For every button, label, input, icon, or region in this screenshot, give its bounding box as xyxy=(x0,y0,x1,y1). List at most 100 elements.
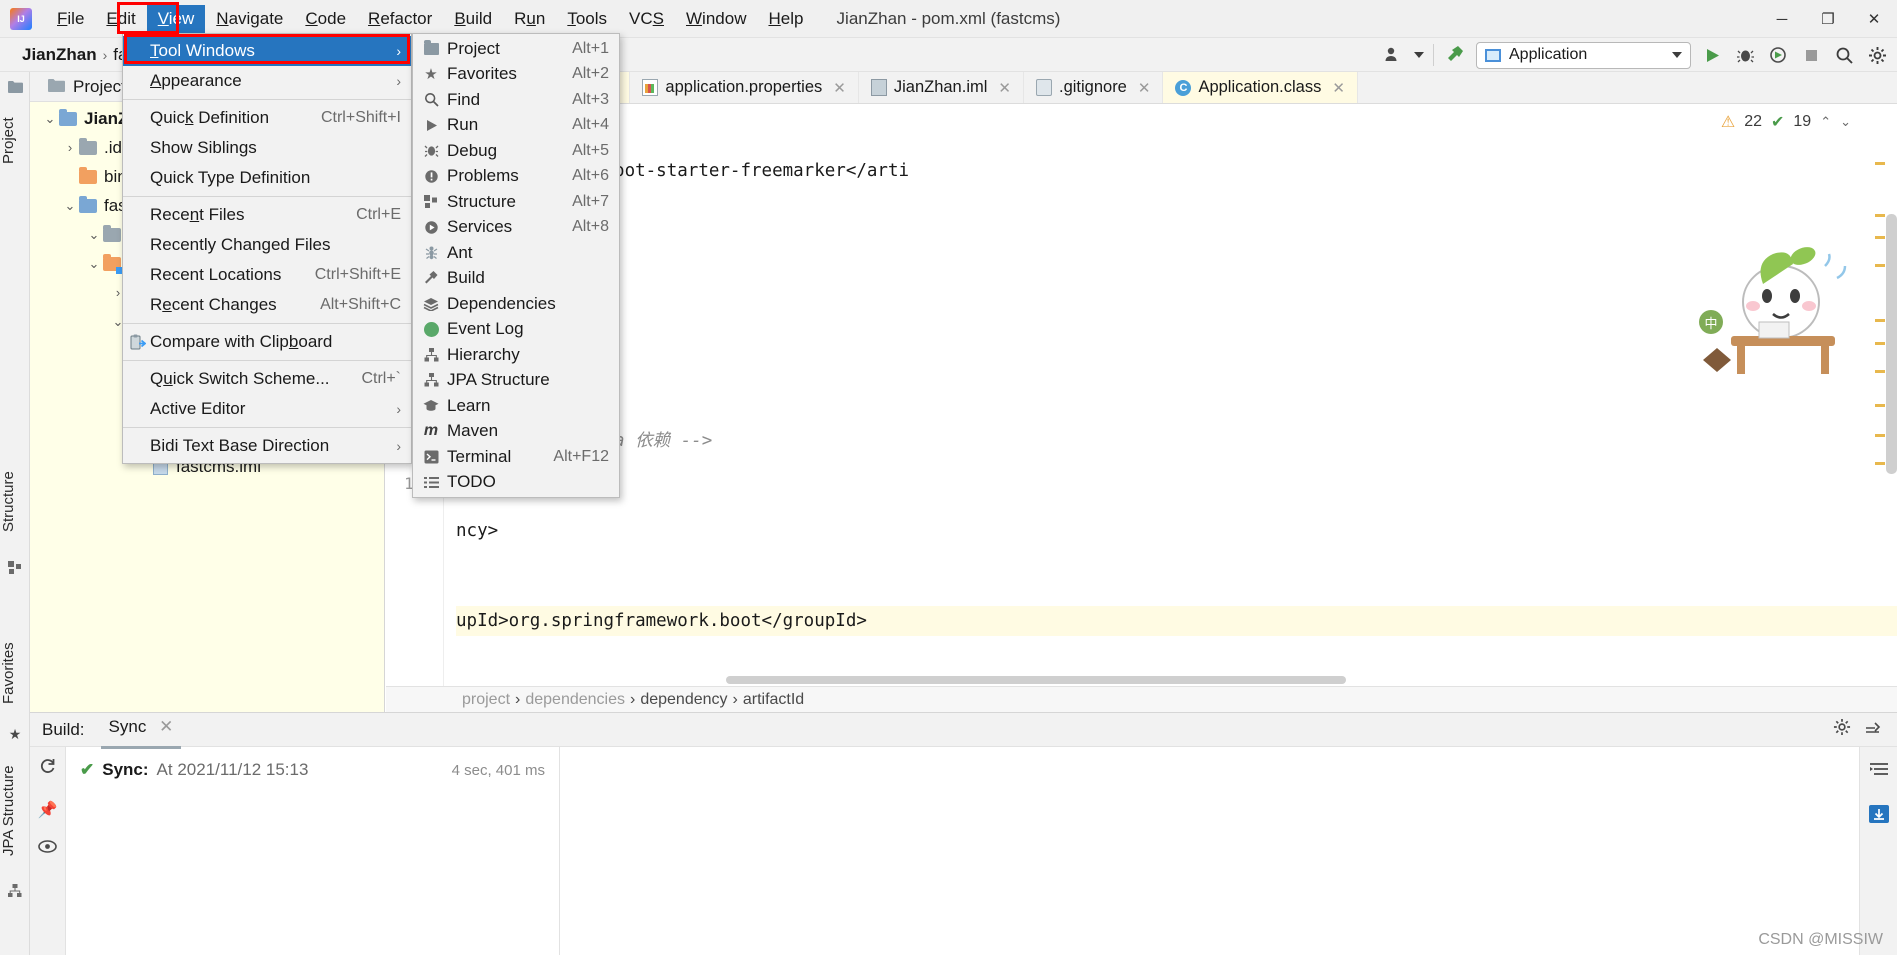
vertical-scrollbar[interactable] xyxy=(1886,214,1897,474)
menu-vcs[interactable]: VCS xyxy=(618,5,675,33)
submenu-item-terminal[interactable]: Terminal Alt+F12 xyxy=(413,444,619,470)
eye-icon[interactable] xyxy=(38,840,57,858)
chevron-up-icon[interactable]: ⌃ xyxy=(1820,114,1831,130)
stop-button[interactable] xyxy=(1799,43,1823,67)
menu-code[interactable]: Code xyxy=(294,5,357,33)
build-side-toolbar[interactable]: 📌 xyxy=(30,747,66,955)
main-toolbar[interactable]: Application xyxy=(1381,38,1889,72)
maximize-button[interactable]: ❐ xyxy=(1805,0,1851,38)
chevron-down-icon[interactable]: ⌄ xyxy=(62,198,78,214)
run-with-coverage-button[interactable] xyxy=(1766,43,1790,67)
build-tool-window[interactable]: Build: Sync ✕ 📌 ✔ Sync: At 2021/11/12 15… xyxy=(30,712,1897,955)
breadcrumb-dependencies-tag[interactable]: dependencies xyxy=(525,691,625,709)
menu-item-active-editor[interactable]: Active Editor › xyxy=(123,394,411,424)
submenu-item-build[interactable]: Build xyxy=(413,266,619,292)
submenu-item-project[interactable]: Project Alt+1 xyxy=(413,36,619,62)
menu-file[interactable]: File xyxy=(46,5,95,33)
editor-tab-gitignore[interactable]: .gitignore ✕ xyxy=(1023,72,1164,103)
close-icon[interactable]: ✕ xyxy=(1138,79,1151,97)
chevron-down-icon[interactable]: ⌄ xyxy=(86,256,102,272)
sidebar-item-jpa-structure[interactable]: JPA Structure xyxy=(0,750,30,872)
menu-edit[interactable]: Edit xyxy=(95,5,146,33)
chevron-down-icon[interactable]: ⌄ xyxy=(42,111,58,127)
menu-item-appearance[interactable]: Appearance › xyxy=(123,66,411,96)
submenu-item-jpa-structure[interactable]: JPA Structure xyxy=(413,368,619,394)
sidebar-item-favorites[interactable]: Favorites xyxy=(0,627,30,719)
menu-tools[interactable]: Tools xyxy=(556,5,618,33)
menu-item-bidi-text-base-direction[interactable]: Bidi Text Base Direction › xyxy=(123,431,411,461)
submenu-item-favorites[interactable]: ★ Favorites Alt+2 xyxy=(413,62,619,88)
menu-item-show-siblings[interactable]: Show Siblings xyxy=(123,133,411,163)
tool-windows-submenu[interactable]: Project Alt+1 ★ Favorites Alt+2 Find Alt… xyxy=(412,33,620,498)
close-icon[interactable]: ✕ xyxy=(151,717,173,736)
menu-navigate[interactable]: Navigate xyxy=(205,5,294,33)
submenu-item-find[interactable]: Find Alt+3 xyxy=(413,87,619,113)
submenu-item-maven[interactable]: m Maven xyxy=(413,419,619,445)
refresh-icon[interactable] xyxy=(39,757,57,780)
horizontal-scrollbar[interactable] xyxy=(726,676,1346,684)
submenu-item-learn[interactable]: Learn xyxy=(413,393,619,419)
hammer-icon[interactable] xyxy=(1443,43,1467,67)
editor-tab-jianzhan-iml[interactable]: JianZhan.iml ✕ xyxy=(858,72,1024,103)
view-menu-dropdown[interactable]: Tool Windows › Appearance › Quick Defini… xyxy=(122,33,412,464)
editor-breadcrumbs[interactable]: project › dependencies › dependency › ar… xyxy=(386,686,1897,712)
menu-run[interactable]: Run xyxy=(503,5,556,33)
menu-bar[interactable]: File Edit View Navigate Code Refactor Bu… xyxy=(46,0,814,38)
editor-tab-application-properties[interactable]: application.properties ✕ xyxy=(630,72,859,103)
search-everywhere-icon[interactable] xyxy=(1832,43,1856,67)
download-icon[interactable] xyxy=(1868,804,1890,829)
submenu-item-dependencies[interactable]: Dependencies xyxy=(413,291,619,317)
menu-item-quick-definition[interactable]: Quick Definition Ctrl+Shift+I xyxy=(123,103,411,133)
close-icon[interactable]: ✕ xyxy=(998,79,1011,97)
menu-item-recent-locations[interactable]: Recent Locations Ctrl+Shift+E xyxy=(123,260,411,290)
close-icon[interactable]: ✕ xyxy=(833,79,846,97)
chevron-down-icon[interactable]: ⌄ xyxy=(86,227,102,243)
breadcrumb-dependency-tag[interactable]: dependency xyxy=(640,691,727,709)
menu-item-quick-switch-scheme[interactable]: Quick Switch Scheme... Ctrl+` xyxy=(123,364,411,394)
pin-icon[interactable]: 📌 xyxy=(38,800,58,820)
window-controls[interactable]: ─ ❐ ✕ xyxy=(1759,0,1897,38)
build-right-toolbar[interactable] xyxy=(1859,747,1897,955)
menu-view[interactable]: View xyxy=(146,4,206,33)
submenu-item-structure[interactable]: Structure Alt+7 xyxy=(413,189,619,215)
debug-button[interactable] xyxy=(1733,43,1757,67)
menu-item-compare-with-clipboard[interactable]: Compare with Clipboard xyxy=(123,327,411,357)
submenu-item-hierarchy[interactable]: Hierarchy xyxy=(413,342,619,368)
breadcrumb-artifactid-tag[interactable]: artifactId xyxy=(743,691,804,709)
gear-icon[interactable] xyxy=(1833,718,1851,741)
inspection-widget[interactable]: ⚠ 22 ✔ 19 ⌃ ⌄ xyxy=(1721,112,1851,132)
gear-icon[interactable] xyxy=(1865,43,1889,67)
submenu-item-event-log[interactable]: Event Log xyxy=(413,317,619,343)
close-icon[interactable]: ✕ xyxy=(1332,79,1345,97)
sidebar-item-project[interactable]: Project xyxy=(0,98,30,184)
build-tab-sync[interactable]: Sync ✕ xyxy=(100,717,182,749)
menu-item-recently-changed-files[interactable]: Recently Changed Files xyxy=(123,230,411,260)
build-row-sync[interactable]: ✔ Sync: At 2021/11/12 15:13 4 sec, 401 m… xyxy=(66,757,559,783)
chevron-down-icon[interactable] xyxy=(1672,52,1682,58)
breadcrumb-project[interactable]: JianZhan xyxy=(18,45,101,65)
user-account-dropdown-icon[interactable] xyxy=(1414,52,1424,58)
chevron-right-icon[interactable]: › xyxy=(62,140,78,155)
build-detail-pane[interactable] xyxy=(560,747,1897,955)
user-account-icon[interactable] xyxy=(1381,43,1405,67)
submenu-item-todo[interactable]: TODO xyxy=(413,470,619,496)
run-button[interactable] xyxy=(1700,43,1724,67)
expand-collapse-icon[interactable] xyxy=(1869,761,1889,782)
menu-build[interactable]: Build xyxy=(443,5,503,33)
left-tool-stripe[interactable]: Project Structure Favorites ★ JPA Struct… xyxy=(0,72,30,955)
submenu-item-problems[interactable]: Problems Alt+6 xyxy=(413,164,619,190)
menu-item-tool-windows[interactable]: Tool Windows › xyxy=(123,36,411,66)
submenu-item-ant[interactable]: Ant xyxy=(413,240,619,266)
menu-refactor[interactable]: Refactor xyxy=(357,5,443,33)
run-configuration-selector[interactable]: Application xyxy=(1476,41,1691,69)
menu-window[interactable]: Window xyxy=(675,5,757,33)
sidebar-item-structure[interactable]: Structure xyxy=(0,452,30,552)
menu-item-recent-changes[interactable]: Recent Changes Alt+Shift+C xyxy=(123,290,411,320)
menu-item-quick-type-definition[interactable]: Quick Type Definition xyxy=(123,163,411,193)
menu-help[interactable]: Help xyxy=(757,5,814,33)
minimize-button[interactable]: ─ xyxy=(1759,0,1805,38)
chevron-down-icon[interactable]: ⌄ xyxy=(1840,114,1851,130)
submenu-item-run[interactable]: Run Alt+4 xyxy=(413,113,619,139)
editor-tab-application-class[interactable]: C Application.class ✕ xyxy=(1163,72,1358,103)
hide-icon[interactable] xyxy=(1865,720,1883,740)
